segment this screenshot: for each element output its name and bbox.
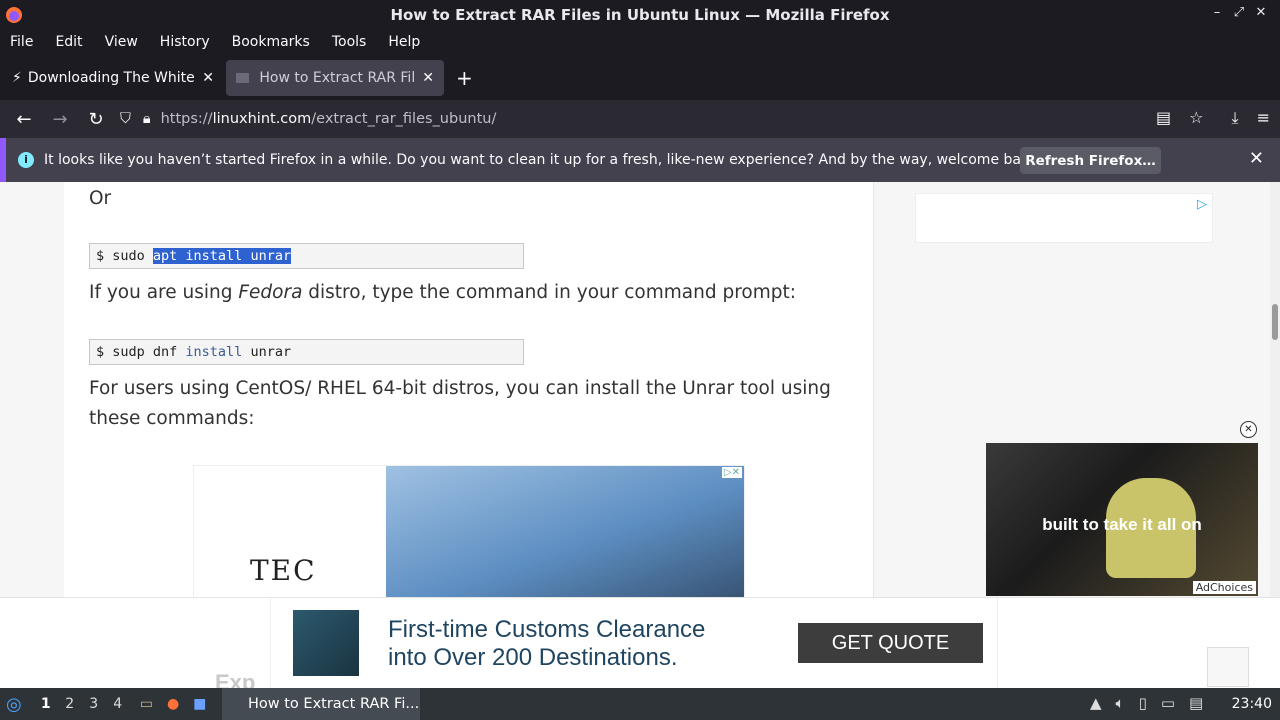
bookmark-star-icon[interactable]: ☆ xyxy=(1189,108,1203,128)
menubar: File Edit View History Bookmarks Tools H… xyxy=(0,29,1280,55)
task-label: How to Extract RAR Fi... xyxy=(248,696,420,712)
bolt-icon: ⚡ xyxy=(12,69,22,86)
bottom-banner-ad[interactable]: First-time Customs Clearance into Over 2… xyxy=(0,597,1280,688)
tab-extract-rar[interactable]: How to Extract RAR Files in Ubuntu Linux… xyxy=(226,59,444,96)
adchoices-icon[interactable]: ▷ xyxy=(1197,197,1207,212)
banner-headline: First-time Customs Clearance into Over 2… xyxy=(388,616,705,672)
scrollbar-thumb[interactable] xyxy=(1272,304,1278,340)
clock: 23:40 xyxy=(1231,696,1272,712)
clipboard-icon[interactable]: ▯ xyxy=(1139,694,1147,712)
menu-help[interactable]: Help xyxy=(388,34,420,50)
paragraph-centos: For users using CentOS/ RHEL 64-bit dist… xyxy=(89,378,831,429)
url-path: /extract_rar_files_ubuntu/ xyxy=(311,111,497,127)
updates-icon[interactable]: ▲ xyxy=(1090,694,1102,712)
back-icon[interactable]: ← xyxy=(6,109,42,130)
menu-tools[interactable]: Tools xyxy=(332,34,367,50)
maximize-icon[interactable]: ⤢ xyxy=(1232,5,1246,20)
adchoices-label[interactable]: AdChoices xyxy=(1192,581,1256,594)
selected-text: apt install unrar xyxy=(152,248,292,264)
hamburger-menu-icon[interactable]: ≡ xyxy=(1257,108,1270,128)
code-keyword: install xyxy=(185,344,243,360)
tab-strip: ⚡ Downloading The White House ✕ How to E… xyxy=(0,55,1280,100)
url-scheme: https:// xyxy=(160,111,213,127)
code-arg: unrar xyxy=(242,344,292,360)
workspace-1[interactable]: 1 xyxy=(34,696,58,712)
close-window-icon[interactable]: ✕ xyxy=(1254,5,1268,20)
menu-file[interactable]: File xyxy=(10,34,33,50)
new-tab-icon[interactable]: + xyxy=(456,66,473,90)
menu-history[interactable]: History xyxy=(160,34,210,50)
reader-view-icon[interactable]: ▤ xyxy=(1156,108,1171,128)
taskbar-firefox-window[interactable]: How to Extract RAR Fi... xyxy=(222,688,420,720)
banner-thumbnail xyxy=(293,610,359,676)
start-menu-icon[interactable]: ◎ xyxy=(6,694,22,715)
headline-line: First-time Customs Clearance xyxy=(388,616,706,643)
tracking-shield-icon[interactable]: ⛉ xyxy=(120,111,131,127)
code-block-apt[interactable]: $ sudo apt install unrar xyxy=(89,243,524,269)
forward-icon[interactable]: → xyxy=(42,109,78,130)
window-title: How to Extract RAR Files in Ubuntu Linux… xyxy=(390,5,890,24)
code-prompt: $ sudo xyxy=(96,248,153,264)
desktop-icon[interactable]: ■ xyxy=(193,696,206,712)
desktop-taskbar: ◎ 1 2 3 4 ▭ ● ■ How to Extract RAR Fi...… xyxy=(0,688,1280,720)
scroll-to-top-button[interactable] xyxy=(1207,647,1249,687)
minimize-icon[interactable]: – xyxy=(1210,5,1224,20)
faded-ad-text: Exp xyxy=(215,670,256,688)
firefox-logo-icon xyxy=(6,7,22,23)
notification-bar: i It looks like you haven’t started Fire… xyxy=(0,138,1280,182)
code-block-dnf[interactable]: $ sudp dnf install unrar xyxy=(89,339,524,365)
close-icon[interactable]: ✕ xyxy=(1249,148,1264,169)
workspace-3[interactable]: 3 xyxy=(82,696,106,712)
notification-message: It looks like you haven’t started Firefo… xyxy=(44,152,1043,168)
display-icon[interactable]: ▭ xyxy=(1161,694,1175,712)
site-favicon-icon xyxy=(236,72,250,83)
notification-icon[interactable]: ▤ xyxy=(1189,694,1203,712)
close-tab-icon[interactable]: ✕ xyxy=(202,70,214,86)
refresh-firefox-button[interactable]: Refresh Firefox… xyxy=(1020,147,1161,174)
tab-downloading[interactable]: ⚡ Downloading The White House ✕ xyxy=(2,60,224,96)
tec-logo: TEC xyxy=(250,554,317,587)
web-page: Or $ sudo apt install unrar If you are u… xyxy=(0,182,1280,688)
text: If you are using xyxy=(89,282,239,303)
url-bar[interactable]: ⛉ 🔒︎ https://linuxhint.com/extract_rar_f… xyxy=(120,103,1120,135)
info-icon: i xyxy=(18,152,34,168)
firefox-launcher-icon[interactable]: ● xyxy=(167,696,179,712)
inline-advertisement[interactable]: TEC ▷✕ xyxy=(193,465,745,606)
code-prompt: $ sudp dnf xyxy=(96,344,186,360)
paragraph-fedora: If you are using Fedora distro, type the… xyxy=(89,278,849,308)
text: distro, type the command in your command… xyxy=(302,282,796,303)
tab-label: How to Extract RAR Files in Ubuntu Linux xyxy=(259,69,415,86)
menu-bookmarks[interactable]: Bookmarks xyxy=(232,34,310,50)
close-tab-icon[interactable]: ✕ xyxy=(422,70,434,86)
file-manager-icon[interactable]: ▭ xyxy=(140,696,153,712)
window-titlebar: How to Extract RAR Files in Ubuntu Linux… xyxy=(0,0,1280,29)
volume-icon[interactable]: 🔈︎ xyxy=(1116,694,1125,712)
menu-edit[interactable]: Edit xyxy=(55,34,82,50)
menu-view[interactable]: View xyxy=(105,34,138,50)
video-caption: built to take it all on xyxy=(1042,515,1202,534)
paragraph-or: Or xyxy=(89,188,112,209)
tab-label: Downloading The White House xyxy=(27,69,195,86)
workspace-2[interactable]: 2 xyxy=(58,696,82,712)
url-host: linuxhint.com xyxy=(212,111,312,127)
lock-icon[interactable]: 🔒︎ xyxy=(143,111,151,127)
video-close-icon[interactable]: ✕ xyxy=(1240,421,1257,438)
ad-image[interactable] xyxy=(386,466,744,606)
workspace-4[interactable]: 4 xyxy=(106,696,130,712)
system-tray: ▲ 🔈︎ ▯ ▭ ▤ xyxy=(1090,694,1203,712)
video-advertisement[interactable]: built to take it all on AdChoices xyxy=(986,443,1258,596)
reload-icon[interactable]: ↻ xyxy=(78,109,114,130)
ad-close-icon[interactable]: ▷✕ xyxy=(721,467,742,478)
get-quote-button[interactable]: GET QUOTE xyxy=(798,623,983,663)
banner-content[interactable]: First-time Customs Clearance into Over 2… xyxy=(270,598,998,688)
headline-line: into Over 200 Destinations. xyxy=(388,644,678,671)
text-emphasis: Fedora xyxy=(238,282,303,303)
navigation-toolbar: ← → ↻ ⛉ 🔒︎ https://linuxhint.com/extract… xyxy=(0,100,1280,138)
sidebar-advertisement[interactable]: ▷ xyxy=(915,193,1213,243)
downloads-icon[interactable]: ⤓ xyxy=(1232,108,1239,128)
